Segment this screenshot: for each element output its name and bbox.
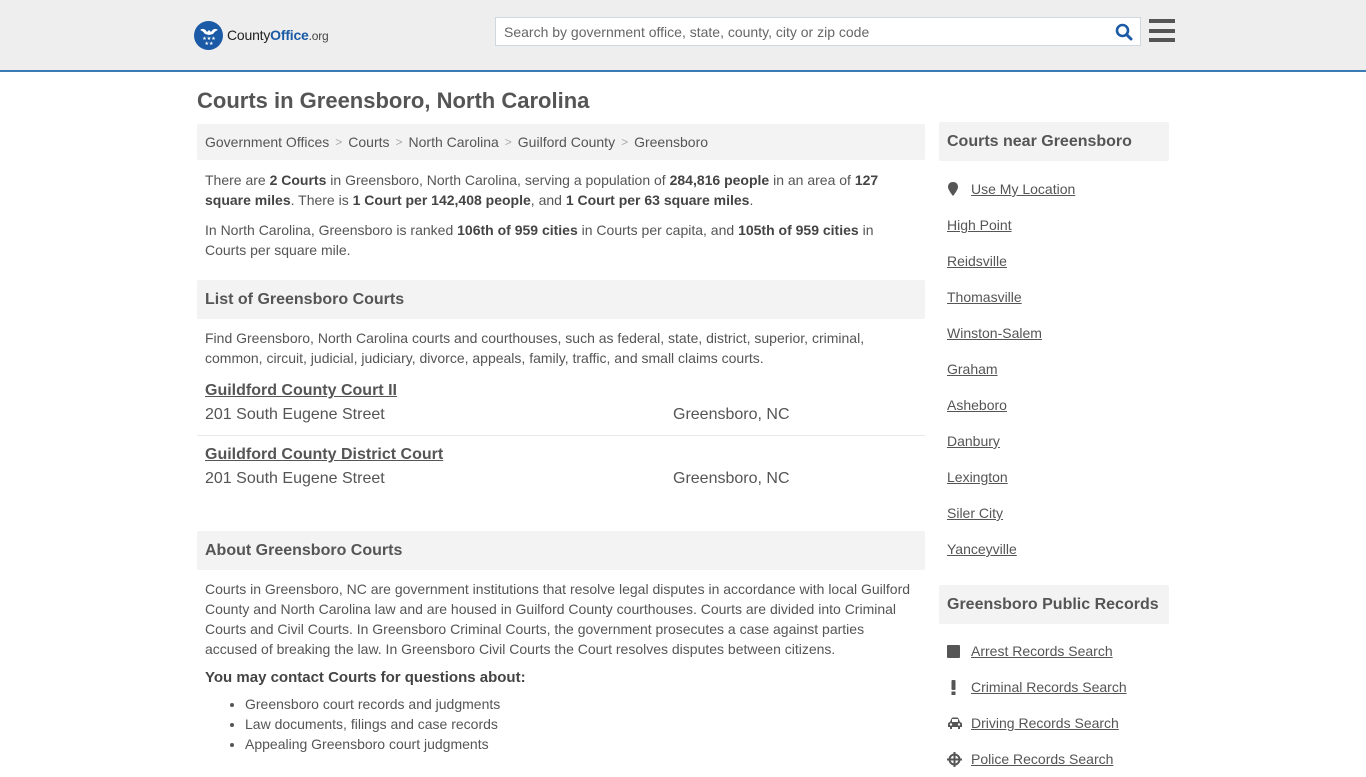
nearby-city-link[interactable]: Reidsville — [947, 243, 1161, 279]
breadcrumb-item[interactable]: North Carolina — [409, 134, 499, 150]
svg-text:★★: ★★ — [204, 41, 213, 46]
court-address: 201 South Eugene Street — [205, 470, 385, 487]
breadcrumb-separator: > — [395, 135, 403, 149]
nearby-city-link[interactable]: Asheboro — [947, 387, 1161, 423]
arrest-records-link[interactable]: Arrest Records Search — [947, 633, 1161, 669]
court-listing: Guildford County Court II 201 South Euge… — [197, 375, 925, 425]
nearby-city-link[interactable]: Yanceyville — [947, 531, 1161, 567]
court-city: Greensboro, NC — [673, 406, 790, 423]
court-name-link[interactable]: Guildford County District Court — [205, 445, 443, 465]
search-input[interactable] — [496, 18, 1108, 45]
list-item: Greensboro court records and judgments — [245, 694, 925, 714]
driving-records-link[interactable]: Driving Records Search — [947, 705, 1161, 741]
breadcrumb-item[interactable]: Courts — [348, 134, 389, 150]
nearby-city-link[interactable]: Lexington — [947, 459, 1161, 495]
sidebar: Courts near Greensboro Use My Location H… — [939, 122, 1169, 777]
about-body: Courts in Greensboro, NC are government … — [205, 581, 911, 657]
court-address: 201 South Eugene Street — [205, 406, 385, 423]
nearby-city-link[interactable]: Graham — [947, 351, 1161, 387]
breadcrumb-separator: > — [504, 135, 512, 149]
nearby-city-link[interactable]: Siler City — [947, 495, 1161, 531]
nearby-city-link[interactable]: Thomasville — [947, 279, 1161, 315]
search-bar — [495, 17, 1141, 46]
list-section-heading: List of Greensboro Courts — [197, 280, 925, 319]
nearby-city-link[interactable]: Danbury — [947, 423, 1161, 459]
breadcrumb: Government Offices > Courts > North Caroli… — [197, 124, 925, 160]
court-listing: Guildford County District Court 201 Sout… — [197, 436, 925, 489]
square-icon — [947, 644, 971, 658]
breadcrumb-separator: > — [621, 135, 629, 149]
public-records-heading: Greensboro Public Records — [939, 585, 1169, 624]
breadcrumb-item[interactable]: Government Offices — [205, 134, 329, 150]
summary-paragraph: There are 2 Courts in Greensboro, North … — [205, 172, 879, 208]
use-my-location-link[interactable]: Use My Location — [947, 171, 1161, 207]
hamburger-menu-icon[interactable] — [1149, 19, 1175, 42]
ranking-paragraph: In North Carolina, Greensboro is ranked … — [205, 222, 874, 258]
search-button[interactable] — [1108, 18, 1140, 45]
crosshair-icon — [947, 751, 971, 767]
car-icon — [947, 717, 971, 730]
page-title: Courts in Greensboro, North Carolina — [197, 88, 590, 113]
list-intro: Find Greensboro, North Carolina courts a… — [205, 330, 865, 366]
list-item: Law documents, filings and case records — [245, 714, 925, 734]
nearby-courts-heading: Courts near Greensboro — [939, 122, 1169, 161]
site-logo[interactable]: ★★★ ★★ CountyOffice.org — [194, 20, 329, 50]
nearby-city-link[interactable]: Winston-Salem — [947, 315, 1161, 351]
eagle-logo-icon: ★★★ ★★ — [194, 20, 223, 50]
topics-list: Greensboro court records and judgments L… — [197, 694, 925, 754]
court-name-link[interactable]: Guildford County Court II — [205, 381, 397, 401]
main-content: Government Offices > Courts > North Caroli… — [197, 124, 925, 754]
exclamation-icon — [947, 679, 971, 695]
about-section-heading: About Greensboro Courts — [197, 531, 925, 570]
site-header: ★★★ ★★ CountyOffice.org — [0, 0, 1366, 72]
logo-text: CountyOffice.org — [227, 27, 329, 43]
contact-heading: You may contact Courts for questions abo… — [205, 669, 526, 686]
police-records-link[interactable]: Police Records Search — [947, 741, 1161, 777]
nearby-city-link[interactable]: High Point — [947, 207, 1161, 243]
map-pin-icon — [947, 182, 971, 196]
breadcrumb-item[interactable]: Greensboro — [634, 134, 708, 150]
criminal-records-link[interactable]: Criminal Records Search — [947, 669, 1161, 705]
search-icon — [1115, 23, 1133, 40]
court-city: Greensboro, NC — [673, 470, 790, 487]
breadcrumb-item[interactable]: Guilford County — [518, 134, 615, 150]
breadcrumb-separator: > — [335, 135, 343, 149]
list-item: Appealing Greensboro court judgments — [245, 734, 925, 754]
